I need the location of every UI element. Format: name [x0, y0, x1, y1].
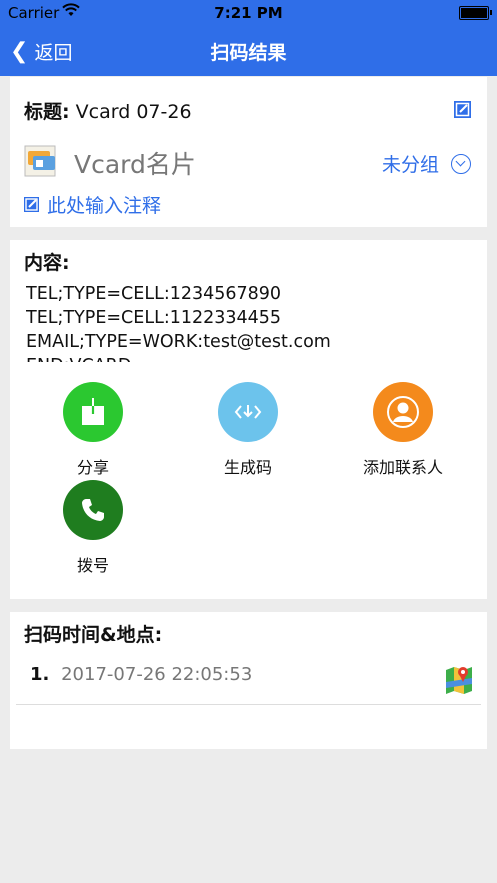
dial-button[interactable]: 拨号: [33, 480, 153, 576]
map-pin-icon: [446, 667, 472, 694]
note-input[interactable]: 此处输入注释: [24, 191, 161, 218]
battery-icon: [459, 6, 492, 20]
add-contact-circle: [373, 382, 433, 442]
share-button[interactable]: 分享: [33, 382, 153, 478]
group-label: 未分组: [381, 154, 439, 176]
share-circle: [63, 382, 123, 442]
phone-icon: [82, 499, 104, 521]
dial-circle: [63, 480, 123, 540]
scan-history-card: 扫码时间&地点: 1. 2017-07-26 22:05:53: [10, 612, 487, 749]
chevron-down-circle-icon: [451, 153, 471, 174]
scan-section-label: 扫码时间&地点:: [24, 624, 163, 646]
page-title: 扫码结果: [210, 42, 287, 64]
edit-icon: [24, 197, 39, 212]
generate-label: 生成码: [223, 458, 272, 477]
vcard-icon: [24, 145, 60, 179]
group-selector[interactable]: 未分组: [382, 150, 471, 177]
share-label: 分享: [76, 458, 109, 477]
generate-circle: [218, 382, 278, 442]
edit-icon: [454, 101, 471, 118]
map-location-button[interactable]: [445, 664, 473, 694]
record-type-name: Vcard名片: [74, 150, 196, 179]
add-contact-button[interactable]: 添加联系人: [343, 382, 463, 478]
title-row: 标题: Vcard 07-26: [24, 97, 192, 124]
title-label: 标题:: [24, 101, 70, 123]
dial-label: 拨号: [76, 556, 109, 575]
generate-code-button[interactable]: 生成码: [188, 382, 308, 478]
edit-title-button[interactable]: [454, 101, 471, 118]
nav-bar: ❮ 返回 扫码结果: [0, 26, 497, 76]
title-value: Vcard 07-26: [75, 101, 192, 123]
qr-generate-icon: [234, 405, 262, 419]
scan-entry: 1. 2017-07-26 22:05:53: [30, 664, 252, 685]
status-time: 7:21 PM: [214, 4, 283, 22]
status-bar: Carrier 7:21 PM: [0, 0, 497, 26]
add-contact-label: 添加联系人: [362, 458, 443, 477]
record-info-card: 标题: Vcard 07-26 Vcard名片 未分组 此处输入注释: [10, 77, 487, 227]
divider: [16, 704, 481, 705]
content-text[interactable]: TEL;TYPE=CELL:1234567890 TEL;TYPE=CELL:1…: [26, 282, 466, 362]
note-placeholder: 此处输入注释: [47, 195, 162, 217]
scan-entry-index: 1.: [30, 664, 50, 685]
contact-person-icon: [387, 396, 419, 428]
content-card: 内容: TEL;TYPE=CELL:1234567890 TEL;TYPE=CE…: [10, 240, 487, 599]
share-icon: [82, 398, 104, 425]
content-label: 内容:: [24, 252, 70, 274]
scan-entry-datetime: 2017-07-26 22:05:53: [61, 664, 253, 685]
